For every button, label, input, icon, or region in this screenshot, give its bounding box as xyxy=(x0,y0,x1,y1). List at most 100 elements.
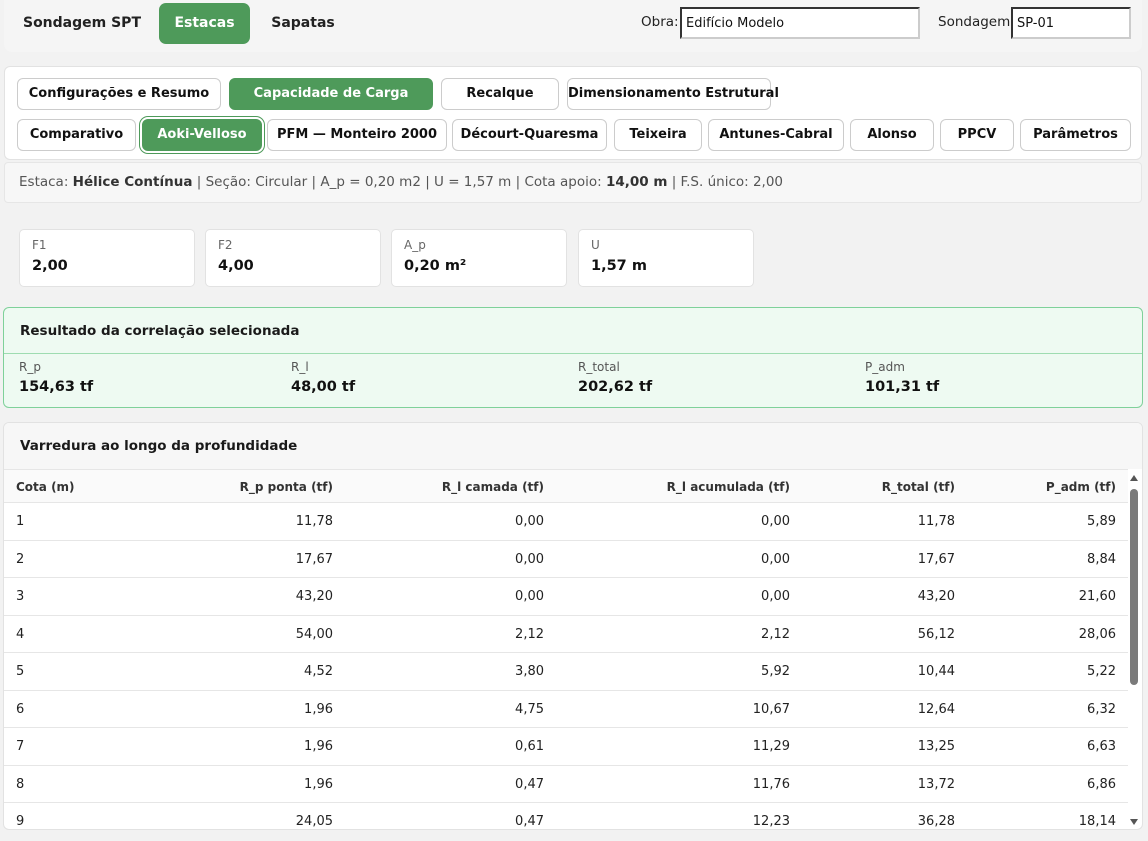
column-header-rl-camada[interactable]: R_l camada (tf) xyxy=(442,470,544,502)
table-row: 7 1,96 0,61 11,29 13,25 6,63 xyxy=(4,728,1128,766)
sondagem-input[interactable] xyxy=(1011,7,1131,39)
table-row: 8 1,96 0,47 11,76 13,72 6,86 xyxy=(4,766,1128,803)
tab-sapatas[interactable]: Sapatas xyxy=(260,3,346,44)
table-cell: 0,00 xyxy=(515,589,544,604)
tab-pfm-monteiro[interactable]: PFM — Monteiro 2000 xyxy=(267,119,447,151)
table-cell: 6,86 xyxy=(1087,776,1116,792)
table-cell: 5,22 xyxy=(1087,664,1116,679)
result-label: R_p xyxy=(19,360,41,374)
table-cell: 17,67 xyxy=(295,551,333,567)
table-cell: 0,61 xyxy=(515,739,544,754)
table-cell: 9 xyxy=(16,814,25,829)
tab-recalque[interactable]: Recalque xyxy=(441,78,559,110)
table-cell: 43,20 xyxy=(295,589,333,604)
obra-input[interactable] xyxy=(680,7,920,39)
table-cell: 3 xyxy=(16,589,25,604)
tab-dimensionamento-estrutural[interactable]: Dimensionamento Estrutural xyxy=(567,78,779,110)
table-cell: 56,12 xyxy=(917,626,955,642)
scroll-up-arrow-icon[interactable] xyxy=(1130,475,1138,481)
table-row: 4 54,00 2,12 2,12 56,12 28,06 xyxy=(4,616,1128,653)
table-row: 1 11,78 0,00 0,00 11,78 5,89 xyxy=(4,503,1128,541)
pile-info-bar: Estaca: Hélice Contínua | Seção: Circula… xyxy=(4,162,1142,203)
result-label: P_adm xyxy=(865,360,905,374)
table-cell: 12,23 xyxy=(752,814,790,829)
table-row: 9 24,05 0,47 12,23 36,28 18,14 xyxy=(4,803,1128,829)
tab-capacidade-carga[interactable]: Capacidade de Carga xyxy=(229,78,433,110)
table-cell: 0,47 xyxy=(515,814,544,829)
result-title: Resultado da correlação selecionada xyxy=(4,308,1142,354)
param-card-ap: A_p 0,20 m² xyxy=(391,229,567,287)
tab-configuracoes-resumo[interactable]: Configurações e Resumo xyxy=(17,78,221,110)
column-header-rp[interactable]: R_p ponta (tf) xyxy=(240,470,333,502)
table-cell: 21,60 xyxy=(1078,589,1116,604)
table-cell: 0,00 xyxy=(761,551,790,567)
table-cell: 54,00 xyxy=(295,626,333,642)
column-header-rl-acumulada[interactable]: R_l acumulada (tf) xyxy=(667,470,790,502)
param-card-u: U 1,57 m xyxy=(578,229,754,287)
cota-apoio: 14,00 m xyxy=(605,174,668,190)
table-cell: 13,25 xyxy=(917,739,955,754)
result-rp: R_p 154,63 tf xyxy=(19,360,93,395)
table-cell: 4,52 xyxy=(304,664,333,679)
column-header-padm[interactable]: P_adm (tf) xyxy=(1046,470,1116,502)
table-cell: 8 xyxy=(16,776,25,792)
table-cell: 4 xyxy=(16,626,25,642)
sweep-table: Cota (m) R_p ponta (tf) R_l camada (tf) … xyxy=(4,469,1128,829)
tab-decourt-quaresma[interactable]: Décourt-Quaresma xyxy=(452,119,607,151)
tab-estacas[interactable]: Estacas xyxy=(159,3,250,44)
param-card-f2: F2 4,00 xyxy=(205,229,381,287)
tab-sondagem-spt[interactable]: Sondagem SPT xyxy=(15,3,149,44)
table-cell: 10,44 xyxy=(917,664,955,679)
table-cell: 0,47 xyxy=(515,776,544,792)
table-cell: 13,72 xyxy=(917,776,955,792)
result-value: 48,00 tf xyxy=(291,379,356,395)
param-value: 4,00 xyxy=(218,258,254,274)
table-cell: 6,32 xyxy=(1087,701,1116,717)
table-cell: 11,29 xyxy=(752,739,790,754)
scrollbar-thumb[interactable] xyxy=(1130,489,1138,685)
result-value: 202,62 tf xyxy=(578,379,653,395)
table-cell: 36,28 xyxy=(917,814,955,829)
param-value: 1,57 m xyxy=(591,258,647,274)
table-scrollbar[interactable] xyxy=(1128,471,1140,827)
table-cell: 7 xyxy=(16,739,25,754)
tab-antunes-cabral[interactable]: Antunes-Cabral xyxy=(708,119,844,151)
table-cell: 3,80 xyxy=(515,664,544,679)
tab-aoki-velloso[interactable]: Aoki-Velloso xyxy=(142,119,262,151)
sondagem-label: Sondagem: xyxy=(938,14,1015,30)
result-rl: R_l 48,00 tf xyxy=(291,360,355,395)
param-label: U xyxy=(591,238,600,252)
table-cell: 6,63 xyxy=(1087,739,1116,754)
table-cell: 1,96 xyxy=(304,701,333,717)
table-cell: 11,78 xyxy=(917,514,955,529)
table-cell: 4,75 xyxy=(515,701,544,717)
estaca-type: Hélice Contínua xyxy=(72,174,193,190)
table-row: 2 17,67 0,00 0,00 17,67 8,84 xyxy=(4,541,1128,578)
table-row: 3 43,20 0,00 0,00 43,20 21,60 xyxy=(4,578,1128,616)
table-cell: 5 xyxy=(16,664,25,679)
table-cell: 8,84 xyxy=(1087,551,1116,567)
table-cell: 1 xyxy=(16,514,25,529)
column-header-cota[interactable]: Cota (m) xyxy=(16,470,75,502)
tab-teixeira[interactable]: Teixeira xyxy=(614,119,702,151)
table-cell: 0,00 xyxy=(761,589,790,604)
table-row: 6 1,96 4,75 10,67 12,64 6,32 xyxy=(4,691,1128,728)
obra-label: Obra: xyxy=(641,14,679,30)
table-cell: 1,96 xyxy=(304,739,333,754)
table-cell: 5,92 xyxy=(761,664,790,679)
table-cell: 17,67 xyxy=(917,551,955,567)
param-card-f1: F1 2,00 xyxy=(19,229,195,287)
table-cell: 0,00 xyxy=(515,551,544,567)
table-cell: 1,96 xyxy=(304,776,333,792)
table-cell: 6 xyxy=(16,701,25,717)
scroll-down-arrow-icon[interactable] xyxy=(1130,819,1138,825)
tab-alonso[interactable]: Alonso xyxy=(850,119,934,151)
section-info: | Seção: Circular | A_p = 0,20 m2 | U = … xyxy=(192,174,606,190)
column-header-rtotal[interactable]: R_total (tf) xyxy=(882,470,955,502)
depth-sweep-panel: Varredura ao longo da profundidade Cota … xyxy=(3,422,1143,830)
tab-ppcv[interactable]: PPCV xyxy=(940,119,1014,151)
result-panel: Resultado da correlação selecionada R_p … xyxy=(3,307,1143,408)
tab-comparativo[interactable]: Comparativo xyxy=(17,119,136,151)
result-label: R_total xyxy=(578,360,620,374)
tab-parametros[interactable]: Parâmetros xyxy=(1020,119,1131,151)
